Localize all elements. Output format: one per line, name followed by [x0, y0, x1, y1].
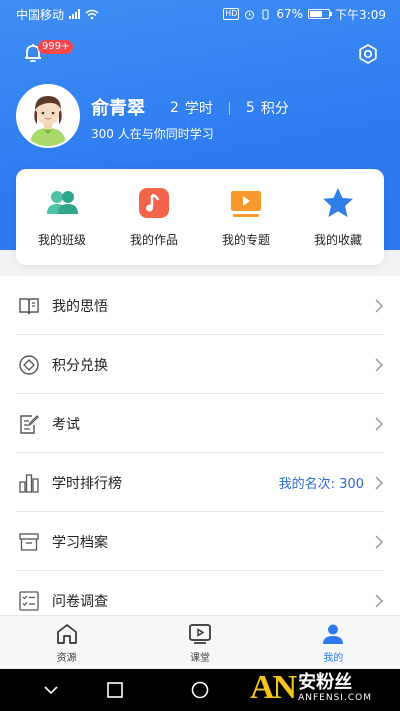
- menu-item-points-exchange[interactable]: 积分兑换: [0, 335, 400, 394]
- exchange-icon: [19, 354, 39, 375]
- points-label: 积分: [260, 101, 289, 117]
- stats-divider: [228, 101, 230, 115]
- menu-item-label: 我的思悟: [52, 298, 108, 315]
- menu-item-label: 问卷调查: [52, 593, 108, 610]
- tab-classroom[interactable]: 课堂: [133, 616, 266, 669]
- quick-action-my-class[interactable]: 我的班级: [18, 186, 106, 248]
- watermark-logo: AN: [250, 669, 297, 706]
- concurrent-learners-text: 300 人在与你同时学习: [91, 127, 214, 141]
- chevron-right-icon: [375, 416, 384, 431]
- tab-resources[interactable]: 资源: [0, 616, 133, 669]
- quick-action-my-topics[interactable]: 我的专题: [202, 186, 290, 248]
- watermark: AN 安粉丝 ANFENSI.COM: [250, 665, 400, 711]
- recent-apps-icon[interactable]: [106, 681, 124, 699]
- my-rank-text: 我的名次: 300: [278, 477, 364, 492]
- menu-item-label: 考试: [52, 416, 80, 433]
- avatar[interactable]: [16, 84, 80, 148]
- book-icon: [19, 297, 39, 314]
- menu-item-label: 学习档案: [52, 534, 108, 551]
- hd-icon: HD: [223, 8, 240, 20]
- video-icon: [189, 623, 211, 644]
- play-screen-icon: [231, 191, 261, 217]
- user-icon: [323, 624, 344, 644]
- notification-badge: 999+: [38, 40, 74, 54]
- quick-action-label: 我的专题: [221, 233, 270, 247]
- signal-icon: [69, 9, 81, 19]
- battery-percent: 67%: [276, 7, 304, 21]
- class-icon: [47, 191, 78, 214]
- archive-icon: [19, 532, 39, 551]
- watermark-domain: ANFENSI.COM: [298, 693, 372, 703]
- chevron-right-icon: [375, 534, 384, 549]
- menu-item-label: 积分兑换: [52, 357, 108, 374]
- home-circle-icon[interactable]: [191, 681, 209, 699]
- quick-action-my-favorites[interactable]: 我的收藏: [294, 186, 382, 248]
- quick-action-label: 我的作品: [129, 233, 178, 247]
- tab-label: 我的: [323, 652, 344, 664]
- menu-item-learning-archive[interactable]: 学习档案: [0, 512, 400, 571]
- points-value: 5: [245, 100, 255, 116]
- menu-item-label: 学时排行榜: [52, 475, 122, 492]
- ranking-icon: [19, 473, 39, 493]
- tab-mine[interactable]: 我的: [267, 616, 400, 669]
- home-icon: [56, 623, 77, 644]
- menu-item-exam[interactable]: 考试: [0, 394, 400, 453]
- hours-label: 学时: [184, 101, 213, 117]
- profile-menu-list: 我的思悟 积分兑换 考试 学时排行榜 我的名次: 300 学习档案 问卷调查: [0, 276, 400, 630]
- music-note-icon: [139, 188, 169, 218]
- bottom-tab-bar: 资源 课堂 我的: [0, 615, 400, 669]
- quick-action-label: 我的班级: [37, 233, 86, 247]
- chevron-right-icon: [375, 357, 384, 372]
- chevron-right-icon: [375, 593, 384, 608]
- alarm-icon: [245, 10, 255, 19]
- status-bar: 中国移动 HD 67% 下午3:09: [0, 0, 400, 28]
- settings-gear-icon[interactable]: [357, 43, 379, 65]
- watermark-name: 安粉丝: [298, 672, 353, 693]
- quick-action-my-works[interactable]: 我的作品: [110, 186, 198, 248]
- user-stats: 2 学时 5 积分: [170, 98, 289, 118]
- tab-label: 资源: [56, 652, 77, 664]
- vibrate-icon: [262, 9, 269, 19]
- quick-actions-card: 我的班级 我的作品 我的专题 我的收藏: [16, 169, 384, 265]
- chevron-right-icon: [375, 298, 384, 313]
- user-name: 俞青翠: [91, 98, 145, 119]
- wifi-icon: [85, 9, 99, 19]
- hours-value: 2: [170, 100, 179, 116]
- back-chevron-icon[interactable]: [42, 681, 60, 699]
- quick-action-label: 我的收藏: [313, 233, 362, 247]
- clock: 下午3:09: [335, 7, 386, 22]
- star-icon: [323, 188, 353, 217]
- carrier-label: 中国移动: [16, 7, 65, 22]
- battery-icon: [308, 9, 333, 19]
- exam-icon: [20, 414, 39, 434]
- chevron-right-icon: [375, 475, 384, 490]
- avatar-illustration: [18, 86, 78, 146]
- menu-item-hours-ranking[interactable]: 学时排行榜 我的名次: 300: [0, 453, 400, 512]
- tab-label: 课堂: [189, 652, 210, 664]
- menu-item-my-reflections[interactable]: 我的思悟: [0, 276, 400, 335]
- survey-icon: [19, 590, 39, 611]
